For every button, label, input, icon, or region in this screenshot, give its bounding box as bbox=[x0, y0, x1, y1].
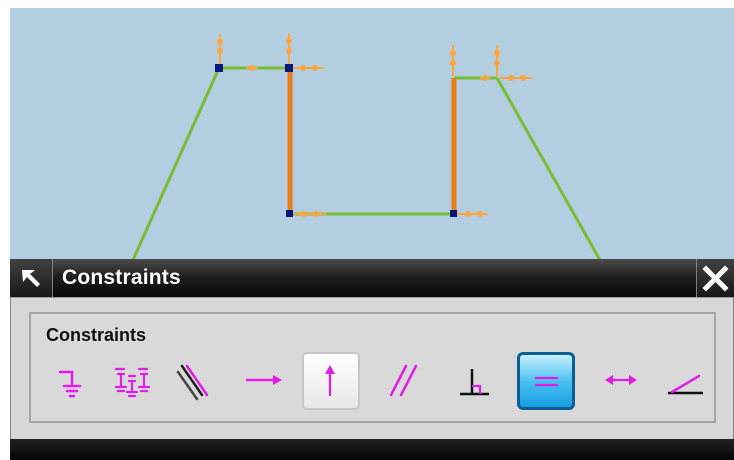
parallel-constraint-button[interactable] bbox=[374, 352, 432, 410]
close-button[interactable] bbox=[696, 259, 734, 297]
collinear-constraint-button[interactable] bbox=[164, 352, 222, 410]
fully-fixed-constraint-button[interactable] bbox=[104, 352, 162, 410]
dialog-titlebar[interactable]: Constraints bbox=[10, 259, 734, 298]
dialog-title: Constraints bbox=[62, 266, 181, 289]
angle-icon bbox=[668, 374, 703, 395]
close-icon bbox=[702, 265, 729, 292]
left-slanted-line[interactable] bbox=[131, 67, 221, 261]
fixed-constraint-button[interactable] bbox=[44, 352, 102, 410]
constraint-symbols bbox=[217, 33, 532, 217]
constraints-group: Constraints bbox=[29, 312, 716, 423]
dialog-bottom-bar bbox=[10, 439, 734, 460]
vertex-bottom-right[interactable] bbox=[450, 210, 457, 217]
equal-length-constraint-button[interactable] bbox=[517, 352, 575, 410]
equal-length-icon bbox=[534, 376, 559, 387]
perpendicular-constraint-button[interactable] bbox=[444, 352, 502, 410]
pin-icon bbox=[22, 270, 40, 287]
collinear-icon bbox=[176, 364, 209, 401]
vertex-bottom-left[interactable] bbox=[286, 210, 293, 217]
group-title: Constraints bbox=[46, 325, 147, 345]
right-slanted-line[interactable] bbox=[495, 77, 602, 261]
vertex-top-left[interactable] bbox=[215, 64, 223, 72]
pin-button[interactable] bbox=[10, 259, 53, 297]
horizontal-constraint-button[interactable] bbox=[234, 352, 292, 410]
double-arrow-icon bbox=[605, 375, 637, 385]
cad-workspace: Constraints Constraints bbox=[0, 0, 734, 460]
fixed-icon bbox=[58, 370, 82, 398]
horizontal-arrow-icon bbox=[246, 375, 282, 385]
fully-fixed-icon bbox=[114, 367, 151, 398]
vertical-arrow-icon bbox=[325, 365, 335, 396]
perpendicular-icon bbox=[460, 369, 489, 396]
constant-length-constraint-button[interactable] bbox=[592, 352, 650, 410]
constraints-dialog: Constraints Constraints bbox=[10, 259, 734, 460]
constant-angle-constraint-button[interactable] bbox=[654, 352, 712, 410]
vertex-top-center-left[interactable] bbox=[285, 64, 293, 72]
parallel-icon bbox=[389, 364, 418, 397]
vertical-constraint-button[interactable] bbox=[302, 352, 360, 410]
